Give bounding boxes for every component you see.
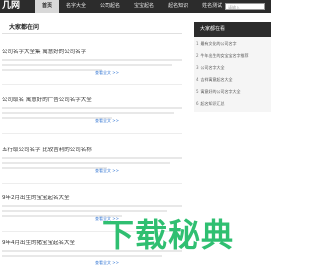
sidebar-item[interactable]: 2 牛年出生的女宝宝名字推荐 <box>196 53 269 59</box>
sidebar-title: 大家都在看 <box>194 22 271 37</box>
read-more-link[interactable]: 查看全文 >> <box>95 260 119 266</box>
article-title[interactable]: 公司取名 寓意好的广告公司名字大全 <box>2 97 182 104</box>
divider <box>2 183 182 184</box>
site-logo[interactable]: 几网 <box>2 1 20 13</box>
article-excerpt <box>2 210 167 212</box>
nav-item-name-test[interactable]: 姓名测试 <box>195 0 229 13</box>
nav-item-home[interactable]: 首页 <box>35 0 60 13</box>
article-excerpt <box>2 69 102 71</box>
article-title[interactable]: 9年2月出生的宝宝起名大全 <box>2 195 182 202</box>
article-excerpt <box>2 157 182 159</box>
article-excerpt <box>2 167 107 169</box>
article-excerpt <box>2 59 182 61</box>
article-title[interactable]: 公司名字大全集 寓意好的公司名字 <box>2 49 182 56</box>
read-more-link[interactable]: 查看全文 >> <box>95 168 119 174</box>
article-item: 公司取名 寓意好的广告公司名字大全 <box>2 97 182 119</box>
watermark-logo: 下载秘典 <box>102 216 235 254</box>
sidebar-item[interactable]: 4 吉祥寓意起名大全 <box>196 77 269 83</box>
search-input[interactable]: 请输入 <box>225 3 265 10</box>
main-nav: 首页 名字大全 公司起名 宝宝起名 起名知识 姓名测试 <box>35 0 229 13</box>
sidebar-item[interactable]: 3 公司名字大全 <box>196 65 269 71</box>
read-more-link[interactable]: 查看全文 >> <box>95 118 119 124</box>
nav-item-names[interactable]: 名字大全 <box>59 0 93 13</box>
article-excerpt <box>2 112 174 114</box>
article-excerpt <box>2 162 170 164</box>
section-title: 大家都在问 <box>9 24 40 31</box>
sidebar-item[interactable]: 5 寓意好的公司名字大全 <box>196 89 269 95</box>
top-navigation-bar: 几网 首页 名字大全 公司起名 宝宝起名 起名知识 姓名测试 请输入 <box>0 0 271 13</box>
article-item: 五行取公司名字 比较吉利的公司名称 <box>2 147 182 169</box>
nav-item-naming-knowledge[interactable]: 起名知识 <box>161 0 195 13</box>
divider <box>2 133 182 134</box>
article-excerpt <box>2 107 182 109</box>
sidebar-item[interactable]: 6 起名知识汇总 <box>196 101 269 107</box>
divider <box>2 33 182 34</box>
article-item: 公司名字大全集 寓意好的公司名字 <box>2 49 182 71</box>
nav-item-company-naming[interactable]: 公司起名 <box>93 0 127 13</box>
divider <box>2 84 182 85</box>
nav-item-baby-naming[interactable]: 宝宝起名 <box>127 0 161 13</box>
article-excerpt <box>2 205 182 207</box>
sidebar-item[interactable]: 1 最有文化的公司名字 <box>196 41 269 47</box>
read-more-link[interactable]: 查看全文 >> <box>95 70 119 76</box>
article-title[interactable]: 五行取公司名字 比较吉利的公司名称 <box>2 147 182 154</box>
article-excerpt <box>2 64 172 66</box>
